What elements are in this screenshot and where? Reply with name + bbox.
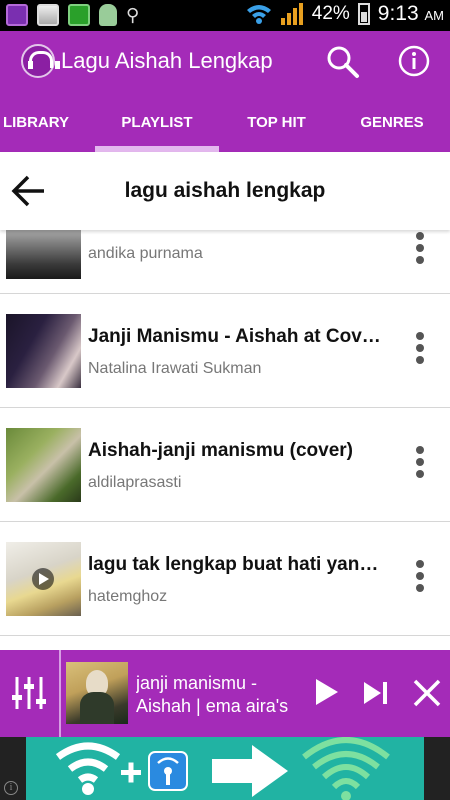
info-icon[interactable] — [398, 45, 430, 77]
now-playing-title: janji manismu - — [136, 673, 258, 693]
list-item[interactable]: andika purnama — [0, 230, 450, 294]
clock-ampm: AM — [424, 8, 445, 23]
now-playing-thumbnail — [66, 662, 128, 724]
status-bar: ⚲ 42% 9:13 AM — [0, 0, 450, 31]
battery-percent: 42% — [311, 3, 350, 24]
song-thumbnail — [6, 314, 81, 388]
tab-bar: LIBRARY PLAYLIST TOP HIT GENRES — [0, 94, 450, 152]
song-title: Aishah-janji manismu (cover) — [88, 440, 354, 461]
clock-time: 9:13 — [377, 2, 419, 25]
song-uploader: aldilaprasasti — [88, 474, 182, 491]
more-options-icon[interactable] — [412, 446, 428, 482]
song-thumbnail — [6, 230, 81, 279]
more-options-icon[interactable] — [412, 560, 428, 596]
download-notification-icon — [68, 4, 90, 26]
song-uploader: hatemghoz — [88, 588, 168, 605]
app-bar: Lagu Aishah Lengkap — [0, 31, 450, 94]
song-thumbnail — [6, 542, 81, 616]
ad-banner[interactable]: i — [0, 737, 450, 800]
usb-icon: ⚲ — [126, 5, 140, 25]
notification-icons: ⚲ — [6, 4, 139, 26]
system-indicators: 42% 9:13 AM — [246, 2, 444, 26]
more-options-icon[interactable] — [412, 332, 428, 368]
signal-strength-icon — [280, 3, 303, 25]
clock: 9:13 AM — [378, 2, 444, 26]
play-icon[interactable] — [314, 677, 340, 707]
tab-genres[interactable]: GENRES — [334, 94, 450, 152]
equalizer-icon[interactable] — [12, 675, 46, 711]
search-icon[interactable] — [326, 45, 360, 79]
now-playing-artist: Aishah | ema aira's — [136, 696, 289, 716]
playlist-header: lagu aishah lengkap — [0, 152, 450, 230]
list-item[interactable]: Janji Manismu - Aishah at Cover… Natalin… — [0, 294, 450, 408]
song-thumbnail — [6, 428, 81, 502]
app-notification-icon — [6, 4, 28, 26]
video-play-icon — [32, 568, 54, 590]
song-title: lagu tak lengkap buat hati yang t… — [88, 554, 388, 575]
tab-playlist[interactable]: PLAYLIST — [95, 94, 219, 152]
image-notification-icon — [37, 4, 59, 26]
tab-top-hit[interactable]: TOP HIT — [219, 94, 334, 152]
app-title: Lagu Aishah Lengkap — [61, 48, 273, 73]
song-uploader: Natalina Irawati Sukman — [88, 360, 262, 377]
song-title: Janji Manismu - Aishah at Cover… — [88, 326, 388, 347]
player-divider — [59, 650, 61, 737]
list-item[interactable]: Aishah-janji manismu (cover) aldilaprasa… — [0, 408, 450, 522]
more-options-icon[interactable] — [412, 232, 428, 268]
android-debug-icon — [99, 4, 117, 26]
list-item[interactable]: lagu tak lengkap buat hati yang t… hatem… — [0, 522, 450, 636]
close-icon[interactable] — [412, 678, 442, 708]
ad-info-icon[interactable]: i — [4, 781, 18, 795]
wifi-status-icon — [246, 5, 271, 24]
song-list[interactable]: andika purnama Janji Manismu - Aishah at… — [0, 230, 450, 650]
wifi-ad-graphic — [55, 737, 390, 800]
ad-creative[interactable] — [26, 737, 424, 800]
headphones-logo-icon — [21, 44, 60, 78]
tab-library[interactable]: LIBRARY — [0, 94, 72, 152]
skip-next-icon[interactable] — [362, 680, 390, 706]
playlist-title: lagu aishah lengkap — [124, 179, 326, 202]
battery-icon — [357, 3, 370, 25]
song-uploader: andika purnama — [88, 245, 203, 262]
list-item[interactable] — [0, 636, 450, 650]
